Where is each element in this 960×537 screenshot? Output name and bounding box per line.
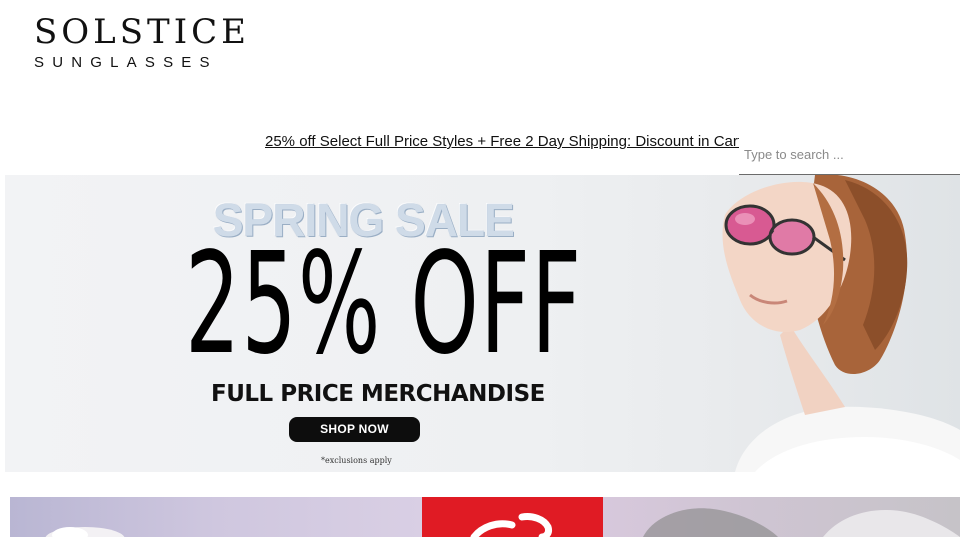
search-input[interactable] [739, 136, 954, 172]
hero-banner[interactable]: SPRING SALE 25% OFF FULL PRICE MERCHANDI… [5, 175, 960, 472]
ray-ban-logo-graphic [470, 513, 552, 537]
solstice-logo[interactable]: SOLSTICE SUNGLASSES [34, 12, 250, 72]
page: SOLSTICE SUNGLASSES 25% off Select Full … [0, 0, 960, 537]
promo-tile-left[interactable] [10, 497, 422, 537]
search-box[interactable] [739, 136, 960, 175]
tile-left-graphic [45, 527, 125, 537]
hero-subhead: FULL PRICE MERCHANDISE [211, 381, 545, 407]
promo-link[interactable]: 25% off Select Full Price Styles + Free … [265, 133, 739, 151]
model-photo [722, 175, 960, 472]
promo-tile-right[interactable] [603, 497, 960, 537]
tile-right-graphic [643, 508, 960, 537]
logo-wordmark: SOLSTICE [34, 12, 250, 52]
hero-disclaimer: *exclusions apply [321, 456, 392, 465]
ray-ban-tile[interactable] [422, 497, 603, 537]
logo-subtitle: SUNGLASSES [34, 54, 218, 71]
hero-headline: 25% OFF [185, 223, 583, 386]
shop-now-button[interactable]: SHOP NOW [289, 417, 420, 442]
